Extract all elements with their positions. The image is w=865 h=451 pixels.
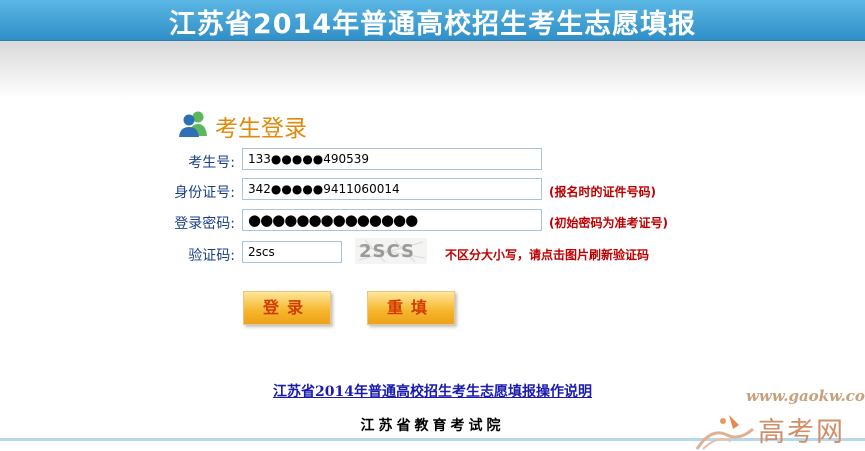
header-shade — [0, 41, 865, 99]
help-link[interactable]: 江苏省2014年普通高校招生考生志愿填报操作说明 — [0, 381, 865, 401]
captcha-label: 验证码: — [188, 248, 235, 264]
id-number-input[interactable]: 342●●●●●9411060014 — [242, 178, 542, 200]
reset-button[interactable]: 重填 — [367, 291, 455, 325]
id-number-hint: (报名时的证件号码) — [549, 185, 656, 199]
users-icon — [179, 111, 207, 137]
login-heading-text: 考生登录 — [215, 116, 307, 142]
page-title: 江苏省2014年普通高校招生考生志愿填报 — [168, 9, 697, 40]
password-label: 登录密码: — [174, 216, 235, 232]
page-header: 江苏省2014年普通高校招生考生志愿填报 — [0, 0, 865, 41]
captcha-hint: 不区分大小写，请点击图片刷新验证码 — [445, 248, 650, 262]
password-hint: (初始密码为准考证号) — [549, 216, 668, 230]
exam-id-label: 考生号: — [188, 155, 235, 171]
login-button[interactable]: 登录 — [243, 291, 331, 325]
id-number-label: 身份证号: — [174, 185, 235, 201]
exam-id-input[interactable]: 133●●●●●490539 — [242, 148, 542, 170]
captcha-image[interactable]: 2SCS — [355, 238, 427, 264]
captcha-image-text: 2SCS — [359, 241, 415, 262]
password-input[interactable]: ●●●●●●●●●●●●●● — [242, 209, 542, 231]
captcha-input[interactable]: 2scs — [242, 241, 342, 263]
watermark-name: 高考网 — [758, 417, 845, 448]
watermark-url: www.gaokw.com — [746, 387, 865, 405]
